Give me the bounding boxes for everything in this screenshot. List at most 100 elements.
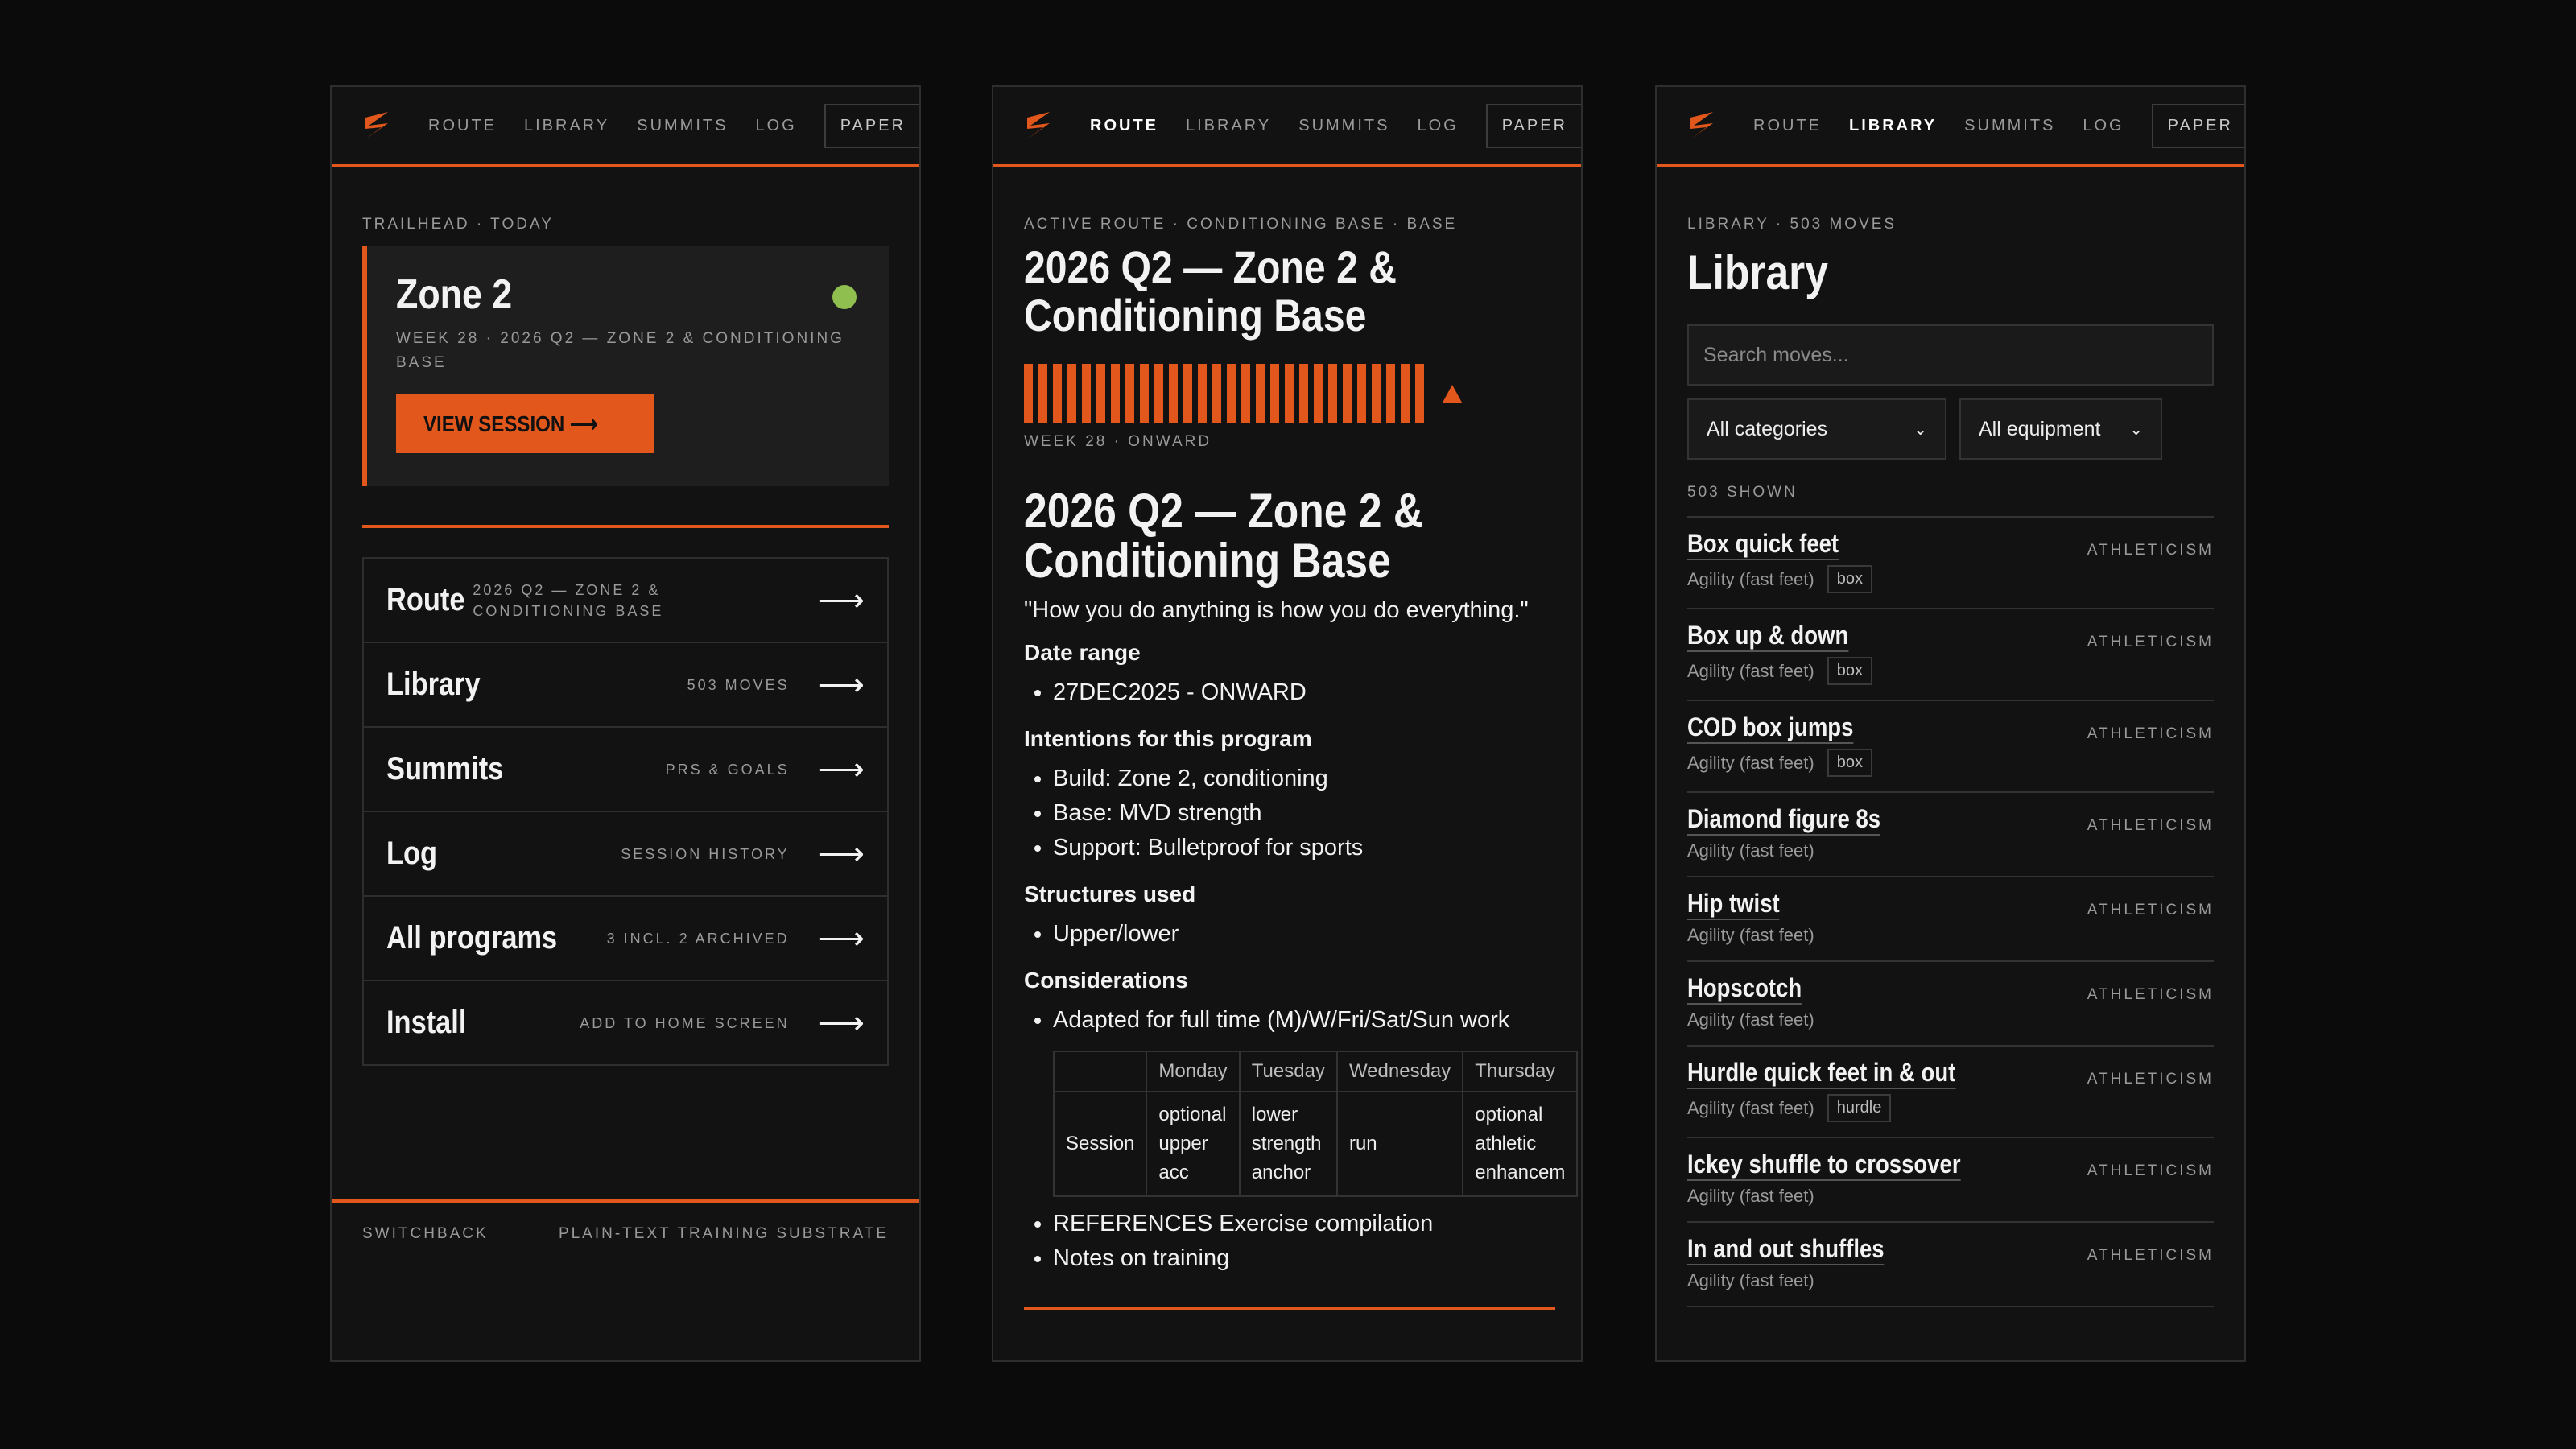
move-category: ATHLETICISM: [2087, 725, 2214, 742]
top-nav: ROUTE LIBRARY SUMMITS LOG PAPER: [993, 87, 1581, 167]
move-name: Diamond figure 8s: [1687, 804, 1881, 836]
move-name: Hip twist: [1687, 889, 1780, 920]
cell-line: athletic: [1475, 1133, 1537, 1154]
week-progress: [1024, 364, 1550, 423]
home-menu: Route 2026 Q2 — ZONE 2 & CONDITIONING BA…: [362, 557, 889, 1066]
cell-line: optional: [1475, 1104, 1543, 1125]
table-cell-tuesday: lower strength anchor: [1238, 1091, 1338, 1197]
progress-segment: [1212, 364, 1221, 423]
list-item: REFERENCES Exercise compilation: [1053, 1207, 1550, 1241]
menu-meta: PRS & GOALS: [665, 761, 790, 778]
list-item[interactable]: Box quick feet Agility (fast feet) box ATHL…: [1687, 518, 2214, 609]
cell-line: strength: [1251, 1133, 1322, 1154]
paper-button[interactable]: PAPER: [2151, 103, 2244, 148]
move-meta: Agility (fast feet): [1687, 1186, 2214, 1207]
move-name: Box up & down: [1687, 621, 1849, 652]
progress-segment: [1386, 364, 1395, 423]
list-item: Notes on training: [1053, 1241, 1550, 1276]
view-session-button[interactable]: VIEW SESSION ⟶: [396, 394, 654, 453]
library-eyebrow: LIBRARY · 503 MOVES: [1687, 216, 1897, 233]
nav-summits[interactable]: SUMMITS: [1964, 117, 2055, 135]
move-category: ATHLETICISM: [2087, 1247, 2214, 1264]
nav-summits[interactable]: SUMMITS: [1298, 117, 1389, 135]
structures-list: Upper/lower: [1024, 917, 1550, 952]
menu-library[interactable]: Library 503 MOVES ⟶: [364, 643, 887, 728]
progress-segment: [1111, 364, 1120, 423]
progress-segment: [1198, 364, 1207, 423]
menu-summits[interactable]: Summits PRS & GOALS ⟶: [364, 728, 887, 812]
menu-install[interactable]: Install ADD TO HOME SCREEN ⟶: [364, 981, 887, 1064]
progress-segment: [1372, 364, 1381, 423]
move-subcategory: Agility (fast feet): [1687, 1270, 1814, 1290]
list-item: Base: MVD strength: [1053, 796, 1550, 831]
menu-meta: 2026 Q2 — ZONE 2 & CONDITIONING BASE: [473, 581, 664, 619]
progress-segment: [1125, 364, 1134, 423]
nav-summits[interactable]: SUMMITS: [637, 117, 728, 135]
route-eyebrow: ACTIVE ROUTE · CONDITIONING BASE · BASE: [1024, 216, 1458, 233]
logo-icon[interactable]: [361, 109, 393, 142]
arrow-right-icon: ⟶: [818, 751, 865, 787]
nav-log[interactable]: LOG: [1417, 117, 1458, 135]
table-row-label: Session: [1052, 1091, 1148, 1197]
logo-icon[interactable]: [1022, 109, 1055, 142]
arrow-right-icon: ⟶: [818, 836, 865, 872]
menu-label: Library: [386, 667, 481, 702]
table-header: [1052, 1051, 1148, 1092]
divider: [1024, 1307, 1555, 1310]
move-category: ATHLETICISM: [2087, 902, 2214, 919]
library-screen: ROUTE LIBRARY SUMMITS LOG PAPER LIBRARY …: [1655, 85, 2246, 1362]
status-dot-icon: [832, 285, 857, 309]
move-name: COD box jumps: [1687, 712, 1854, 744]
equipment-tag: box: [1827, 749, 1872, 777]
arrow-right-icon: ⟶: [818, 1005, 865, 1041]
search-input[interactable]: Search moves...: [1687, 324, 2214, 386]
nav-library[interactable]: LIBRARY: [1186, 117, 1271, 135]
table-cell-thursday: optional athletic enhancem: [1462, 1091, 1579, 1197]
nav-route[interactable]: ROUTE: [1753, 117, 1822, 135]
move-name: Hurdle quick feet in & out: [1687, 1058, 1956, 1089]
today-subtitle: WEEK 28 · 2026 Q2 — ZONE 2 & CONDITIONIN…: [396, 330, 844, 371]
search-placeholder: Search moves...: [1703, 343, 1849, 366]
logo-icon[interactable]: [1686, 109, 1718, 142]
menu-label: All programs: [386, 920, 558, 956]
program-heading: 2026 Q2 — Zone 2 & Conditioning Base: [1024, 484, 1424, 588]
list-item[interactable]: Hip twist Agility (fast feet) ATHLETICISM: [1687, 877, 2214, 962]
menu-all-programs[interactable]: All programs 3 INCL. 2 ARCHIVED ⟶: [364, 897, 887, 981]
footer: SWITCHBACK PLAIN-TEXT TRAINING SUBSTRATE: [332, 1199, 919, 1360]
progress-segment: [1328, 364, 1337, 423]
paper-button[interactable]: PAPER: [824, 103, 919, 148]
menu-log[interactable]: Log SESSION HISTORY ⟶: [364, 812, 887, 897]
list-item[interactable]: Diamond figure 8s Agility (fast feet) ATHL…: [1687, 793, 2214, 877]
move-meta: Agility (fast feet) hurdle: [1687, 1094, 2214, 1122]
divider: [362, 525, 889, 528]
nav-route[interactable]: ROUTE: [428, 117, 497, 135]
nav-library[interactable]: LIBRARY: [1849, 117, 1937, 135]
nav-route[interactable]: ROUTE: [1090, 117, 1158, 135]
progress-segment: [1285, 364, 1294, 423]
progress-segment: [1415, 364, 1424, 423]
category-select[interactable]: All categories ⌄: [1687, 398, 1946, 460]
program-quote: "How you do anything is how you do every…: [1024, 597, 1529, 623]
menu-label: Install: [386, 1005, 467, 1040]
list-item[interactable]: In and out shuffles Agility (fast feet) AT…: [1687, 1223, 2214, 1307]
equipment-select[interactable]: All equipment ⌄: [1959, 398, 2162, 460]
cell-line: lower: [1251, 1104, 1298, 1125]
top-nav: ROUTE LIBRARY SUMMITS LOG PAPER: [1657, 87, 2244, 167]
list-item[interactable]: Box up & down Agility (fast feet) box ATHLE…: [1687, 609, 2214, 701]
cell-line: enhancem: [1475, 1162, 1566, 1183]
table-header: Thursday: [1462, 1051, 1579, 1092]
nav-log[interactable]: LOG: [2083, 117, 2124, 135]
list-item[interactable]: Hopscotch Agility (fast feet) ATHLETICISM: [1687, 962, 2214, 1046]
list-item[interactable]: Ickey shuffle to crossover Agility (fast …: [1687, 1138, 2214, 1223]
menu-route[interactable]: Route 2026 Q2 — ZONE 2 & CONDITIONING BA…: [364, 559, 887, 643]
list-item[interactable]: COD box jumps Agility (fast feet) box ATHLE…: [1687, 701, 2214, 793]
nav-log[interactable]: LOG: [755, 117, 796, 135]
move-category: ATHLETICISM: [2087, 817, 2214, 834]
list-item: Adapted for full time (M)/W/Fri/Sat/Sun …: [1053, 1003, 1550, 1038]
progress-segment: [1096, 364, 1105, 423]
paper-button[interactable]: PAPER: [1485, 103, 1581, 148]
list-item[interactable]: Hurdle quick feet in & out Agility (fast …: [1687, 1046, 2214, 1138]
progress-segment: [1343, 364, 1352, 423]
progress-segment: [1183, 364, 1192, 423]
nav-library[interactable]: LIBRARY: [524, 117, 609, 135]
